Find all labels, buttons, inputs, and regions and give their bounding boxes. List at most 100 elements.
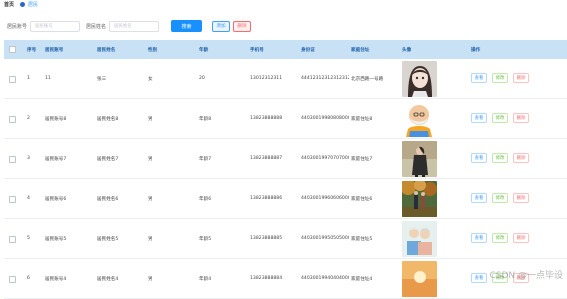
cell-age: 年龄7	[199, 156, 212, 162]
cell-gender: 男	[148, 156, 153, 162]
batch-delete-button[interactable]: 删除	[233, 20, 252, 32]
delete-button[interactable]: 删除	[513, 113, 529, 123]
avatar-image	[402, 181, 437, 217]
cell-id-card: 4441231231231231231	[301, 76, 349, 81]
resident-table: 序号 居民账号 居民姓名 性别 年龄 手机号 身份证 家庭住址 头像 操作 1 …	[4, 40, 567, 299]
cell-address: 家庭住址8	[351, 116, 373, 122]
breadcrumb-current: 居民	[28, 1, 39, 8]
row-checkbox[interactable]	[9, 236, 16, 243]
cell-phone: 13823888888	[250, 116, 283, 121]
row-checkbox[interactable]	[9, 196, 16, 203]
watermark: CSDN @一点毕设	[489, 271, 563, 281]
select-all-checkbox[interactable]	[9, 46, 16, 53]
cell-phone: 13823888886	[250, 196, 283, 201]
table-row: 3 居民账号7 居民姓名7 男 年龄7 13823888887 44030019…	[4, 139, 567, 179]
header-actions: 操作	[471, 47, 481, 53]
delete-button[interactable]: 删除	[513, 73, 529, 83]
cell-account: 居民账号6	[45, 196, 67, 202]
cell-id-card: 440300199404040004	[301, 276, 349, 281]
cell-account: 居民账号8	[45, 116, 67, 122]
delete-button[interactable]: 删除	[513, 193, 529, 203]
breadcrumb: 首页 居民	[0, 0, 567, 8]
cell-phone: 13823888885	[250, 236, 283, 241]
table-row: 6 居民账号4 居民姓名4 男 年龄4 13823888884 44030019…	[4, 259, 567, 299]
cell-address: 家庭住址4	[351, 276, 373, 282]
view-button[interactable]: 查看	[471, 113, 487, 123]
header-avatar: 头像	[402, 47, 412, 53]
cell-gender: 男	[148, 196, 153, 202]
cell-age: 年龄8	[199, 116, 212, 122]
cell-index: 6	[27, 276, 30, 281]
header-address: 家庭住址	[351, 47, 370, 53]
header-index: 序号	[27, 47, 37, 53]
cell-account: 居民账号7	[45, 156, 67, 162]
view-button[interactable]: 查看	[471, 193, 487, 203]
cell-name: 居民姓名5	[97, 236, 119, 242]
delete-button[interactable]: 删除	[513, 233, 529, 243]
cell-index: 4	[27, 196, 30, 201]
avatar-image	[402, 61, 437, 97]
edit-button[interactable]: 修改	[492, 153, 508, 163]
cell-name: 居民姓名7	[97, 156, 119, 162]
view-button[interactable]: 查看	[471, 153, 487, 163]
view-button[interactable]: 查看	[471, 73, 487, 83]
view-button[interactable]: 查看	[471, 233, 487, 243]
cell-id-card: 440300199808080000	[301, 116, 349, 121]
cell-id-card: 440300199707070007	[301, 156, 349, 161]
cell-index: 2	[27, 116, 30, 121]
cell-age: 年龄4	[199, 276, 212, 282]
view-button[interactable]: 查看	[471, 273, 487, 283]
header-gender: 性别	[148, 47, 158, 53]
name-search-input[interactable]: 居民姓名	[109, 20, 160, 32]
header-id-card: 身份证	[301, 47, 315, 53]
cell-index: 5	[27, 236, 30, 241]
table-row: 1 11 张三 女 20 13012312311 444123123123123…	[4, 59, 567, 99]
header-account: 居民账号	[45, 47, 64, 53]
search-button[interactable]: 搜索	[171, 20, 203, 32]
cell-gender: 男	[148, 116, 153, 122]
row-checkbox[interactable]	[9, 116, 16, 123]
cell-age: 年龄5	[199, 236, 212, 242]
cell-account: 居民账号5	[45, 236, 67, 242]
row-checkbox[interactable]	[9, 76, 16, 83]
table-header: 序号 居民账号 居民姓名 性别 年龄 手机号 身份证 家庭住址 头像 操作	[4, 40, 567, 59]
table-row: 4 居民账号6 居民姓名6 男 年龄6 13823888886 44030019…	[4, 179, 567, 219]
edit-button[interactable]: 修改	[492, 193, 508, 203]
cell-name: 居民姓名6	[97, 196, 119, 202]
table-row: 2 居民账号8 居民姓名8 男 年龄8 13823888888 44030019…	[4, 99, 567, 139]
cell-address: 家庭住址7	[351, 156, 373, 162]
cell-age: 20	[199, 76, 205, 81]
table-body: 1 11 张三 女 20 13012312311 444123123123123…	[4, 59, 567, 299]
cell-account: 居民账号4	[45, 276, 67, 282]
cell-index: 1	[27, 76, 30, 81]
name-label: 居民姓名	[86, 23, 107, 30]
avatar-image	[402, 261, 437, 297]
add-button[interactable]: 添加	[212, 20, 231, 32]
cell-address: 北京西路一号路	[351, 76, 384, 82]
header-name: 居民姓名	[97, 47, 116, 53]
account-search-input[interactable]: 居民账号	[30, 20, 81, 32]
breadcrumb-home[interactable]: 首页	[4, 1, 14, 8]
table-row: 5 居民账号5 居民姓名5 男 年龄5 13823888885 44030019…	[4, 219, 567, 259]
cell-account: 11	[45, 76, 51, 81]
header-phone: 手机号	[250, 47, 264, 53]
cell-phone: 13823888887	[250, 156, 283, 161]
cell-id-card: 440300199505050005	[301, 236, 349, 241]
avatar-image	[402, 141, 437, 177]
avatar-image	[402, 221, 437, 257]
cell-gender: 男	[148, 276, 153, 282]
row-checkbox[interactable]	[9, 276, 16, 283]
cell-name: 居民姓名8	[97, 116, 119, 122]
cell-phone: 13012312311	[250, 76, 283, 81]
account-label: 居民账号	[7, 23, 28, 30]
cell-name: 居民姓名4	[97, 276, 119, 282]
cell-address: 家庭住址5	[351, 236, 373, 242]
cell-age: 年龄6	[199, 196, 212, 202]
row-checkbox[interactable]	[9, 156, 16, 163]
edit-button[interactable]: 修改	[492, 113, 508, 123]
edit-button[interactable]: 修改	[492, 233, 508, 243]
cell-name: 张三	[97, 76, 107, 82]
delete-button[interactable]: 删除	[513, 153, 529, 163]
cell-address: 家庭住址6	[351, 196, 373, 202]
edit-button[interactable]: 修改	[492, 73, 508, 83]
